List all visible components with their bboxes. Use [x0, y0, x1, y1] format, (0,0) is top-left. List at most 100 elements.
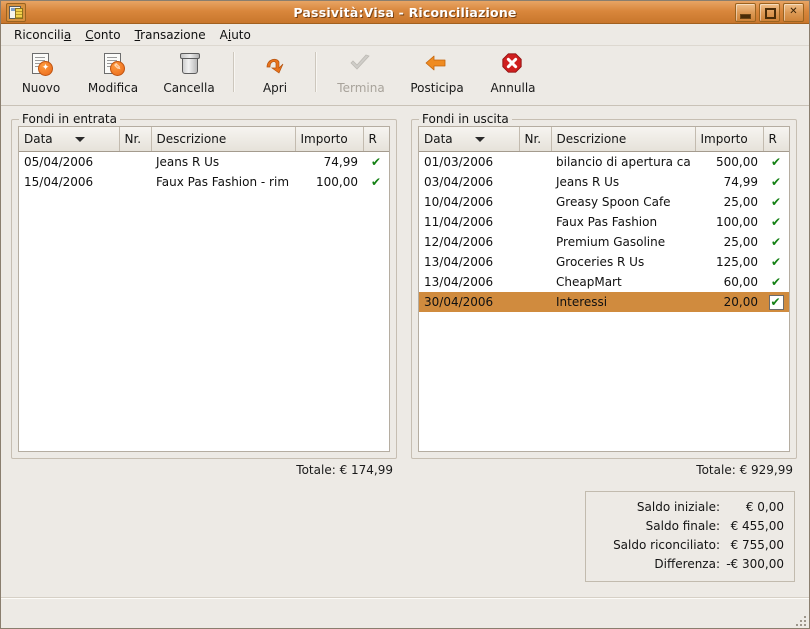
- pane-incoming: Fondi in entrata Data: [11, 112, 397, 459]
- incoming-col-descrizione[interactable]: Descrizione: [151, 127, 295, 152]
- outgoing-table-wrap[interactable]: Data Nr. Descrizione Importo R: [418, 126, 790, 452]
- toolbar-button-annulla[interactable]: Annulla: [475, 50, 551, 102]
- incoming-col-r[interactable]: R: [363, 127, 389, 152]
- cell-data: 15/04/2006: [19, 172, 119, 192]
- toolbar-button-termina[interactable]: Termina: [323, 50, 399, 102]
- cell-descrizione: Jeans R Us: [151, 152, 295, 173]
- summary-value-saldo-iniziale: € 0,00: [726, 498, 784, 517]
- cell-r[interactable]: ✔: [763, 212, 789, 232]
- toolbar-button-posticipa[interactable]: Posticipa: [399, 50, 475, 102]
- menu-conto[interactable]: Conto: [78, 26, 127, 44]
- open-arrow-icon: [262, 52, 288, 78]
- cell-importo: 20,00: [695, 292, 763, 312]
- table-row[interactable]: 12/04/2006 Premium Gasoline 25,00 ✔: [419, 232, 789, 252]
- check-icon: ✔: [771, 255, 781, 269]
- cell-descrizione: CheapMart: [551, 272, 695, 292]
- summary-label-saldo-riconciliato: Saldo riconciliato:: [613, 536, 720, 555]
- cell-importo: 74,99: [695, 172, 763, 192]
- new-document-icon: ✦: [28, 52, 54, 78]
- cell-data: 05/04/2006: [19, 152, 119, 173]
- incoming-col-data[interactable]: Data: [19, 127, 119, 152]
- totals-row: Totale: € 174,99 Totale: € 929,99: [11, 463, 799, 477]
- summary-label-saldo-finale: Saldo finale:: [646, 517, 720, 536]
- table-row[interactable]: 13/04/2006 CheapMart 60,00 ✔: [419, 272, 789, 292]
- cell-descrizione: Groceries R Us: [551, 252, 695, 272]
- incoming-col-importo[interactable]: Importo: [295, 127, 363, 152]
- incoming-col-nr[interactable]: Nr.: [119, 127, 151, 152]
- menubar: Riconcilia Conto Transazione Aiuto: [1, 24, 809, 46]
- table-row[interactable]: 13/04/2006 Groceries R Us 125,00 ✔: [419, 252, 789, 272]
- toolbar-button-modifica[interactable]: ✎ Modifica: [75, 50, 151, 102]
- cell-nr: [519, 212, 551, 232]
- table-row[interactable]: 01/03/2006 bilancio di apertura ca 500,0…: [419, 152, 789, 173]
- reconcile-window: Passività:Visa - Riconciliazione ✕ Ricon…: [0, 0, 810, 629]
- cell-r[interactable]: ✔: [763, 232, 789, 252]
- toolbar-label-apri: Apri: [263, 81, 287, 95]
- toolbar-separator-1: [233, 52, 235, 92]
- table-row[interactable]: 15/04/2006 Faux Pas Fashion - rim 100,00…: [19, 172, 389, 192]
- toolbar-button-cancella[interactable]: Cancella: [151, 50, 227, 102]
- cell-descrizione: Faux Pas Fashion: [551, 212, 695, 232]
- outgoing-col-descrizione[interactable]: Descrizione: [551, 127, 695, 152]
- table-row[interactable]: 05/04/2006 Jeans R Us 74,99 ✔: [19, 152, 389, 173]
- toolbar-separator-2: [315, 52, 317, 92]
- check-icon: ✔: [771, 175, 781, 189]
- cell-r[interactable]: ✔: [363, 172, 389, 192]
- outgoing-col-r[interactable]: R: [763, 127, 789, 152]
- checkbox-checked-icon[interactable]: [769, 295, 784, 310]
- cell-descrizione: Premium Gasoline: [551, 232, 695, 252]
- menu-transazione[interactable]: Transazione: [128, 26, 213, 44]
- summary-value-saldo-finale: € 455,00: [726, 517, 784, 536]
- pane-outgoing: Fondi in uscita Data: [411, 112, 797, 459]
- outgoing-col-data[interactable]: Data: [419, 127, 519, 152]
- incoming-table-wrap[interactable]: Data Nr. Descrizione Importo R: [18, 126, 390, 452]
- cell-descrizione: bilancio di apertura ca: [551, 152, 695, 173]
- cell-nr: [119, 172, 151, 192]
- total-incoming: Totale: € 174,99: [11, 463, 397, 477]
- group-fondi-in-entrata: Fondi in entrata Data: [11, 119, 397, 459]
- cell-data: 12/04/2006: [419, 232, 519, 252]
- summary-line-saldo-riconciliato: Saldo riconciliato: € 755,00: [596, 536, 784, 555]
- resize-grip-icon[interactable]: [794, 614, 806, 626]
- toolbar-button-apri[interactable]: Apri: [241, 50, 309, 102]
- cell-importo: 25,00: [695, 232, 763, 252]
- outgoing-col-nr[interactable]: Nr.: [519, 127, 551, 152]
- table-row[interactable]: 11/04/2006 Faux Pas Fashion 100,00 ✔: [419, 212, 789, 232]
- cell-nr: [519, 192, 551, 212]
- summary-line-differenza: Differenza: -€ 300,00: [596, 555, 784, 574]
- window-controls: ✕: [735, 3, 806, 22]
- cell-data: 13/04/2006: [419, 272, 519, 292]
- edit-document-icon: ✎: [100, 52, 126, 78]
- summary-line-saldo-finale: Saldo finale: € 455,00: [596, 517, 784, 536]
- outgoing-col-importo[interactable]: Importo: [695, 127, 763, 152]
- toolbar-label-cancella: Cancella: [163, 81, 214, 95]
- table-row-selected[interactable]: 30/04/2006 Interessi 20,00: [419, 292, 789, 312]
- cell-r[interactable]: ✔: [763, 172, 789, 192]
- cell-r[interactable]: [763, 292, 789, 312]
- cell-importo: 25,00: [695, 192, 763, 212]
- cell-r[interactable]: ✔: [763, 252, 789, 272]
- cell-descrizione: Faux Pas Fashion - rim: [151, 172, 295, 192]
- close-button[interactable]: ✕: [783, 3, 804, 22]
- table-row[interactable]: 10/04/2006 Greasy Spoon Cafe 25,00 ✔: [419, 192, 789, 212]
- table-row[interactable]: 03/04/2006 Jeans R Us 74,99 ✔: [419, 172, 789, 192]
- cancel-octagon-icon: [500, 52, 526, 78]
- menu-riconcilia[interactable]: Riconcilia: [7, 26, 78, 44]
- cell-r[interactable]: ✔: [763, 272, 789, 292]
- toolbar-button-nuovo[interactable]: ✦ Nuovo: [7, 50, 75, 102]
- cell-data: 03/04/2006: [419, 172, 519, 192]
- menu-aiuto[interactable]: Aiuto: [213, 26, 258, 44]
- check-icon: ✔: [771, 195, 781, 209]
- group-title-incoming: Fondi in entrata: [19, 112, 120, 126]
- cell-r[interactable]: ✔: [363, 152, 389, 173]
- cell-importo: 74,99: [295, 152, 363, 173]
- maximize-button[interactable]: [759, 3, 780, 22]
- cell-r[interactable]: ✔: [763, 192, 789, 212]
- minimize-button[interactable]: [735, 3, 756, 22]
- incoming-header-row: Data Nr. Descrizione Importo R: [19, 127, 389, 152]
- reconcile-content: Fondi in entrata Data: [1, 106, 809, 597]
- sort-descending-icon: [475, 137, 485, 142]
- cell-r[interactable]: ✔: [763, 152, 789, 173]
- cell-data: 10/04/2006: [419, 192, 519, 212]
- toolbar-label-termina: Termina: [337, 81, 384, 95]
